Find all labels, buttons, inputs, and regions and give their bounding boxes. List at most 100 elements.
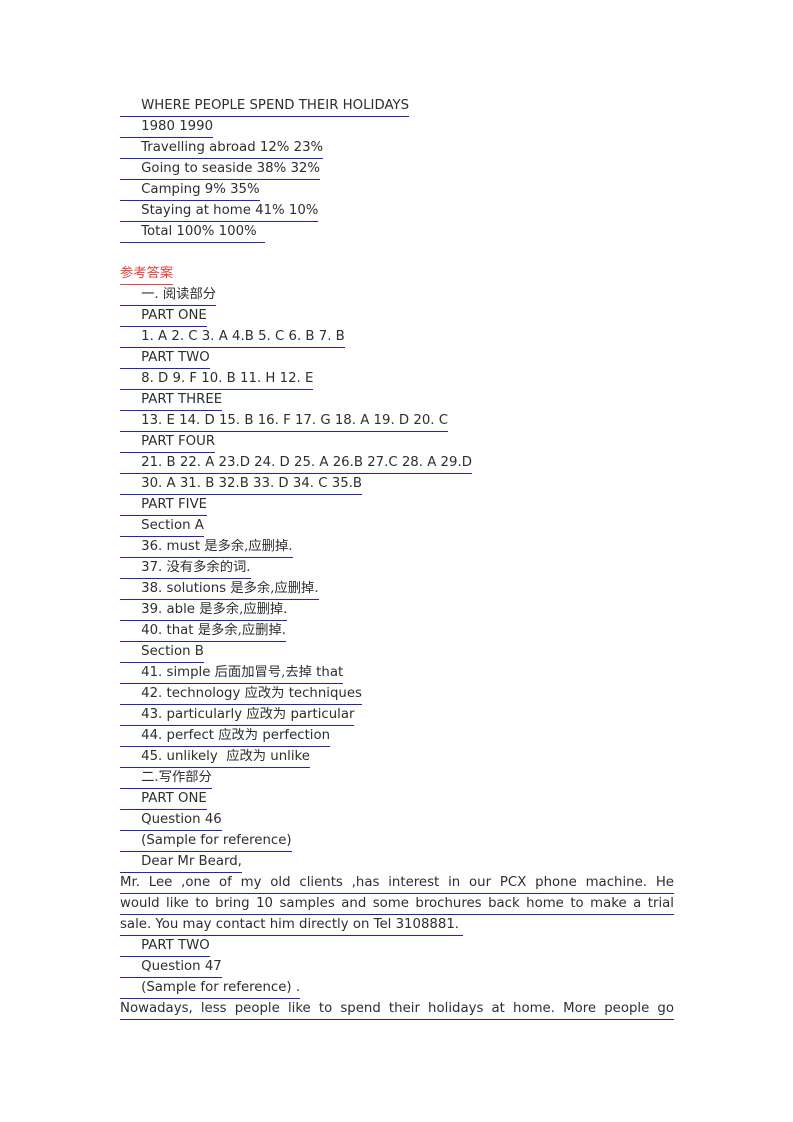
essay-body-line-1: Nowadays, less people like to spend thei… — [120, 999, 674, 1020]
item-word: able — [166, 602, 200, 617]
table-total-line: Total 100% 100% — [120, 222, 674, 243]
part-four-answers-row-1: 21. B 22. A 23.D 24. D 25. A 26.B 27.C 2… — [120, 453, 472, 474]
part-four-label-line: PART FOUR — [120, 432, 674, 453]
answer-key-heading: 参考答案 — [120, 264, 174, 285]
item-number: 38. — [120, 581, 167, 596]
section-a-item-37: 37. 没有多余的词. — [120, 558, 251, 579]
question-46-line: Question 46 — [120, 810, 674, 831]
section-one-heading-line: 一. 阅读部分 — [120, 285, 674, 306]
section-b-item-line: 41. simple 后面加冒号,去掉 that — [120, 663, 674, 684]
table-row-line: Staying at home 41% 10% — [120, 201, 674, 222]
section-b-item-line: 44. perfect 应改为 perfection — [120, 726, 674, 747]
item-word: unlikely — [166, 749, 227, 764]
part-four-label: PART FOUR — [120, 432, 216, 453]
part-two-answers-line: 8. D 9. F 10. B 11. H 12. E — [120, 369, 674, 390]
section-two-heading: 二.写作部分 — [120, 768, 212, 789]
question-47-label: Question 47 — [120, 957, 222, 978]
section-a-item-line: 36. must 是多余,应删掉. — [120, 537, 674, 558]
section-b-label-line: Section B — [120, 642, 674, 663]
item-word: solutions — [166, 581, 231, 596]
part-three-label: PART THREE — [120, 390, 223, 411]
part-four-answers-line: 21. B 22. A 23.D 24. D 25. A 26.B 27.C 2… — [120, 453, 674, 474]
table-row-line: Camping 9% 35% — [120, 180, 674, 201]
item-number: 44. — [120, 728, 167, 743]
item-note: 应改为 — [244, 686, 285, 701]
letter-body-line: Mr. Lee ,one of my old clients ,has inte… — [120, 873, 674, 894]
letter-body-line: would like to bring 10 samples and some … — [120, 894, 674, 915]
item-note: 是多余,应删掉. — [199, 602, 288, 617]
item-number: 37. — [120, 560, 167, 575]
section-b-item-line: 42. technology 应改为 techniques — [120, 684, 674, 705]
letter-body-line-2: would like to bring 10 samples and some … — [120, 894, 674, 915]
section-one-heading: 一. 阅读部分 — [120, 285, 217, 306]
table-years-line: 1980 1990 — [120, 117, 674, 138]
answer-key-heading-line: 参考答案 — [120, 264, 674, 285]
item-word: technology — [166, 686, 245, 701]
sample-note-47: (Sample for reference) . — [120, 978, 301, 999]
item-note: 是多余,应删掉. — [230, 581, 319, 596]
part-three-answers-line: 13. E 14. D 15. B 16. F 17. G 18. A 19. … — [120, 411, 674, 432]
sample-note-46: (Sample for reference) — [120, 831, 292, 852]
item-word: particularly — [166, 707, 247, 722]
item-tail: that — [311, 665, 344, 680]
item-note: 应改为 — [218, 728, 259, 743]
part-two-label: PART TWO — [120, 348, 210, 369]
table-row: Going to seaside 38% 32% — [120, 159, 320, 180]
item-number: 43. — [120, 707, 167, 722]
sample-note-47-line: (Sample for reference) . — [120, 978, 674, 999]
section-b-item-43: 43. particularly 应改为 particular — [120, 705, 355, 726]
table-years: 1980 1990 — [120, 117, 214, 138]
document-page: WHERE PEOPLE SPEND THEIR HOLIDAYS 1980 1… — [0, 0, 793, 1122]
sample-note-46-line: (Sample for reference) — [120, 831, 674, 852]
part-one-label-line: PART ONE — [120, 306, 674, 327]
table-row: Travelling abroad 12% 23% — [120, 138, 324, 159]
item-note: 是多余,应删掉. — [197, 623, 286, 638]
section-two-heading-line: 二.写作部分 — [120, 768, 674, 789]
item-number: 42. — [120, 686, 167, 701]
writing-part-one-label-line: PART ONE — [120, 789, 674, 810]
part-four-answers-line: 30. A 31. B 32.B 33. D 34. C 35.B — [120, 474, 674, 495]
item-number: 40. — [120, 623, 167, 638]
section-b-label: Section B — [120, 642, 204, 663]
item-number: 45. — [120, 749, 167, 764]
section-b-item-line: 43. particularly 应改为 particular — [120, 705, 674, 726]
item-tail: perfection — [258, 728, 331, 743]
letter-body-line: sale. You may contact him directly on Te… — [120, 915, 674, 936]
item-word: that — [166, 623, 198, 638]
part-five-label: PART FIVE — [120, 495, 208, 516]
letter-salutation: Dear Mr Beard, — [120, 852, 242, 873]
item-note: 后面加冒号,去掉 — [214, 665, 312, 680]
item-tail: unlike — [266, 749, 310, 764]
item-word: simple — [166, 665, 215, 680]
table-row: Camping 9% 35% — [120, 180, 260, 201]
item-number: 36. — [120, 539, 167, 554]
item-word: must — [166, 539, 205, 554]
section-b-item-45: 45. unlikely 应改为 unlike — [120, 747, 310, 768]
writing-part-two-label-line: PART TWO — [120, 936, 674, 957]
part-two-answers: 8. D 9. F 10. B 11. H 12. E — [120, 369, 314, 390]
section-b-item-41: 41. simple 后面加冒号,去掉 that — [120, 663, 344, 684]
item-word: perfect — [166, 728, 219, 743]
question-46-label: Question 46 — [120, 810, 222, 831]
item-note: 没有多余的词. — [166, 560, 251, 575]
part-five-label-line: PART FIVE — [120, 495, 674, 516]
table-title-line: WHERE PEOPLE SPEND THEIR HOLIDAYS — [120, 96, 674, 117]
letter-body-line-3: sale. You may contact him directly on Te… — [120, 915, 464, 936]
part-three-label-line: PART THREE — [120, 390, 674, 411]
salutation-line: Dear Mr Beard, — [120, 852, 674, 873]
item-tail: techniques — [284, 686, 362, 701]
section-a-item-line: 39. able 是多余,应删掉. — [120, 600, 674, 621]
part-one-answers: 1. A 2. C 3. A 4.B 5. C 6. B 7. B — [120, 327, 345, 348]
section-a-item-40: 40. that 是多余,应删掉. — [120, 621, 286, 642]
section-a-label-line: Section A — [120, 516, 674, 537]
document-body: WHERE PEOPLE SPEND THEIR HOLIDAYS 1980 1… — [120, 96, 674, 1020]
writing-part-one-label: PART ONE — [120, 789, 207, 810]
item-number: 41. — [120, 665, 167, 680]
item-number: 39. — [120, 602, 167, 617]
table-row: Staying at home 41% 10% — [120, 201, 319, 222]
table-row-line: Going to seaside 38% 32% — [120, 159, 674, 180]
part-one-answers-line: 1. A 2. C 3. A 4.B 5. C 6. B 7. B — [120, 327, 674, 348]
item-note: 应改为 — [246, 707, 287, 722]
part-four-answers-row-2: 30. A 31. B 32.B 33. D 34. C 35.B — [120, 474, 363, 495]
section-a-label: Section A — [120, 516, 204, 537]
